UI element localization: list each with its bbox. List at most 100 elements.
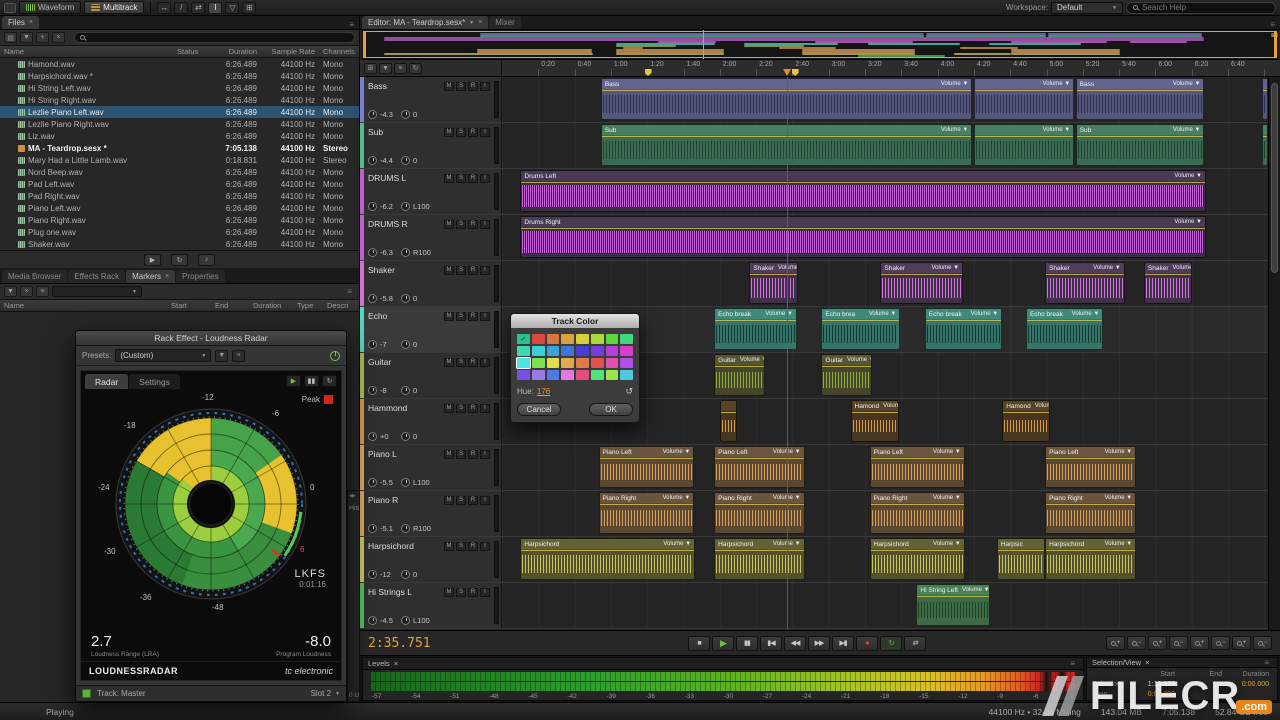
- clip-volume-label[interactable]: Volume ▼: [773, 495, 801, 501]
- mute-button[interactable]: M: [444, 312, 454, 321]
- new-file-icon[interactable]: +: [36, 32, 49, 43]
- zoom-to-selection-button[interactable]: −: [1211, 636, 1230, 650]
- monitor-input-button[interactable]: I: [480, 358, 490, 367]
- loudness-radar-window[interactable]: Rack Effect - Loudness Radar Presets: (C…: [75, 330, 347, 702]
- pan-value[interactable]: 0: [413, 570, 431, 579]
- pan-knob[interactable]: [401, 248, 410, 257]
- clip-volume-label[interactable]: Volume ▼: [740, 357, 764, 363]
- solo-button[interactable]: S: [456, 220, 466, 229]
- clip-volume-label[interactable]: Volume ▼: [1105, 449, 1133, 455]
- zoom-in-point-button[interactable]: +: [1232, 636, 1251, 650]
- clip-volume-label[interactable]: Volume ▼: [765, 311, 793, 317]
- color-swatch[interactable]: [620, 346, 633, 356]
- clip-volume-label[interactable]: Volume ▼: [663, 541, 691, 547]
- clip-volume-label[interactable]: Volume ▼: [1173, 81, 1201, 87]
- color-swatch[interactable]: [591, 334, 604, 344]
- marker-type-select[interactable]: ▼: [52, 286, 142, 297]
- audio-clip[interactable]: HarpsichordVolume ▼: [714, 538, 804, 580]
- track-lane[interactable]: HarpsichordVolume ▼HarpsichordVolume ▼Ha…: [502, 537, 1268, 582]
- audio-clip[interactable]: HarpsichordVolume ▼: [870, 538, 965, 580]
- delete-file-icon[interactable]: ×: [52, 32, 65, 43]
- pan-knob[interactable]: [401, 156, 410, 165]
- radar-reset-button[interactable]: ↻: [322, 375, 337, 387]
- pan-value[interactable]: L100: [413, 478, 431, 487]
- close-icon[interactable]: ×: [394, 659, 398, 668]
- clip-volume-label[interactable]: Volume ▼: [962, 587, 989, 593]
- color-swatch[interactable]: [591, 346, 604, 356]
- selection-duration-value[interactable]: 0:00.000: [1222, 681, 1269, 688]
- preset-select[interactable]: (Custom)▼: [115, 349, 211, 362]
- audio-clip[interactable]: Piano RightVolume ▼: [714, 492, 804, 534]
- color-swatch[interactable]: [576, 346, 589, 356]
- preview-loop-button[interactable]: ↻: [171, 254, 188, 266]
- close-icon[interactable]: ×: [478, 19, 482, 26]
- tab-mixer[interactable]: Mixer: [489, 16, 521, 29]
- track-header[interactable]: DRUMS RMSRI-6.3R100: [360, 215, 502, 260]
- close-icon[interactable]: ×: [29, 19, 33, 26]
- tab-settings[interactable]: Settings: [129, 374, 180, 389]
- clip-volume-label[interactable]: Volume ▼: [941, 127, 969, 133]
- pan-value[interactable]: R100: [413, 248, 431, 257]
- audio-clip[interactable]: BassVolume ▼: [601, 78, 973, 120]
- audio-clip[interactable]: Drums RightVolume ▼: [520, 216, 1206, 258]
- volume-value[interactable]: -12: [380, 570, 398, 579]
- clip-volume-label[interactable]: Volume ▼: [869, 311, 897, 317]
- color-swatch[interactable]: ✓: [517, 334, 530, 344]
- clip-volume-label[interactable]: Volume ▼: [883, 403, 898, 409]
- pan-value[interactable]: 0: [413, 156, 431, 165]
- ok-button[interactable]: OK: [589, 403, 633, 416]
- stop-button[interactable]: ■: [688, 636, 710, 651]
- help-search-input[interactable]: Search Help: [1126, 2, 1276, 14]
- color-swatch[interactable]: [547, 358, 560, 368]
- monitor-input-button[interactable]: I: [480, 174, 490, 183]
- audio-clip[interactable]: BassVolume ▼: [1076, 78, 1205, 120]
- loop-toggle-icon[interactable]: ↻: [409, 63, 422, 74]
- track-header[interactable]: Piano LMSRI-5.5L100: [360, 445, 502, 490]
- pan-knob[interactable]: [401, 616, 410, 625]
- pan-knob[interactable]: [401, 202, 410, 211]
- pan-value[interactable]: 0: [413, 432, 431, 441]
- track-color-dialog[interactable]: Track Color ✓ Hue: 176 ↺ Cancel OK: [510, 313, 640, 423]
- monitor-input-button[interactable]: I: [480, 220, 490, 229]
- mute-button[interactable]: M: [444, 82, 454, 91]
- pan-knob[interactable]: [401, 570, 410, 579]
- files-search-input[interactable]: [74, 32, 355, 43]
- pan-knob[interactable]: [401, 432, 410, 441]
- tab-editor[interactable]: Editor: MA - Teardrop.sesx*▼×: [362, 16, 488, 29]
- tab-markers[interactable]: Markers×: [126, 270, 175, 283]
- pan-value[interactable]: L100: [413, 616, 431, 625]
- zoom-in-time-button[interactable]: −: [1127, 636, 1146, 650]
- snap-toggle-icon[interactable]: ⊞: [364, 63, 377, 74]
- color-swatch[interactable]: [547, 346, 560, 356]
- delete-marker-icon[interactable]: ×: [20, 286, 33, 297]
- audio-clip[interactable]: Piano RightVolume ▼: [599, 492, 695, 534]
- audio-clip[interactable]: GuitarVolume ▼: [821, 354, 872, 396]
- solo-button[interactable]: S: [456, 128, 466, 137]
- volume-value[interactable]: -6.3: [380, 248, 398, 257]
- volume-knob[interactable]: [368, 156, 377, 165]
- clip-volume-label[interactable]: Volume ▼: [1093, 265, 1121, 271]
- color-swatch[interactable]: [561, 358, 574, 368]
- panel-menu-icon[interactable]: ≡: [349, 20, 357, 29]
- arm-record-button[interactable]: R: [468, 404, 478, 413]
- clip-volume-label[interactable]: Volume ▼: [773, 449, 801, 455]
- tab-properties[interactable]: Properties: [176, 270, 224, 283]
- file-row[interactable]: Hamond.wav6:26.48944100 HzMono: [0, 58, 359, 70]
- tab-radar[interactable]: Radar: [85, 374, 128, 389]
- color-swatch[interactable]: [517, 346, 530, 356]
- arm-record-button[interactable]: R: [468, 450, 478, 459]
- volume-value[interactable]: -5.1: [380, 524, 398, 533]
- color-swatch[interactable]: [620, 334, 633, 344]
- audio-clip[interactable]: Piano LeftVolume ▼: [714, 446, 804, 488]
- panel-menu-icon[interactable]: ≡: [1264, 658, 1272, 667]
- track-name[interactable]: DRUMS R: [368, 219, 442, 229]
- arm-record-button[interactable]: R: [468, 266, 478, 275]
- solo-button[interactable]: S: [456, 588, 466, 597]
- color-swatch[interactable]: [547, 334, 560, 344]
- volume-value[interactable]: -6.2: [380, 202, 398, 211]
- audio-clip[interactable]: ShakerVolume ▼: [880, 262, 963, 304]
- solo-button[interactable]: S: [456, 312, 466, 321]
- pan-knob[interactable]: [401, 386, 410, 395]
- track-lane[interactable]: ShakerVolume ▼ShakerVolume ▼ShakerVolume…: [502, 261, 1268, 306]
- radar-pause-button[interactable]: ▮▮: [304, 375, 319, 387]
